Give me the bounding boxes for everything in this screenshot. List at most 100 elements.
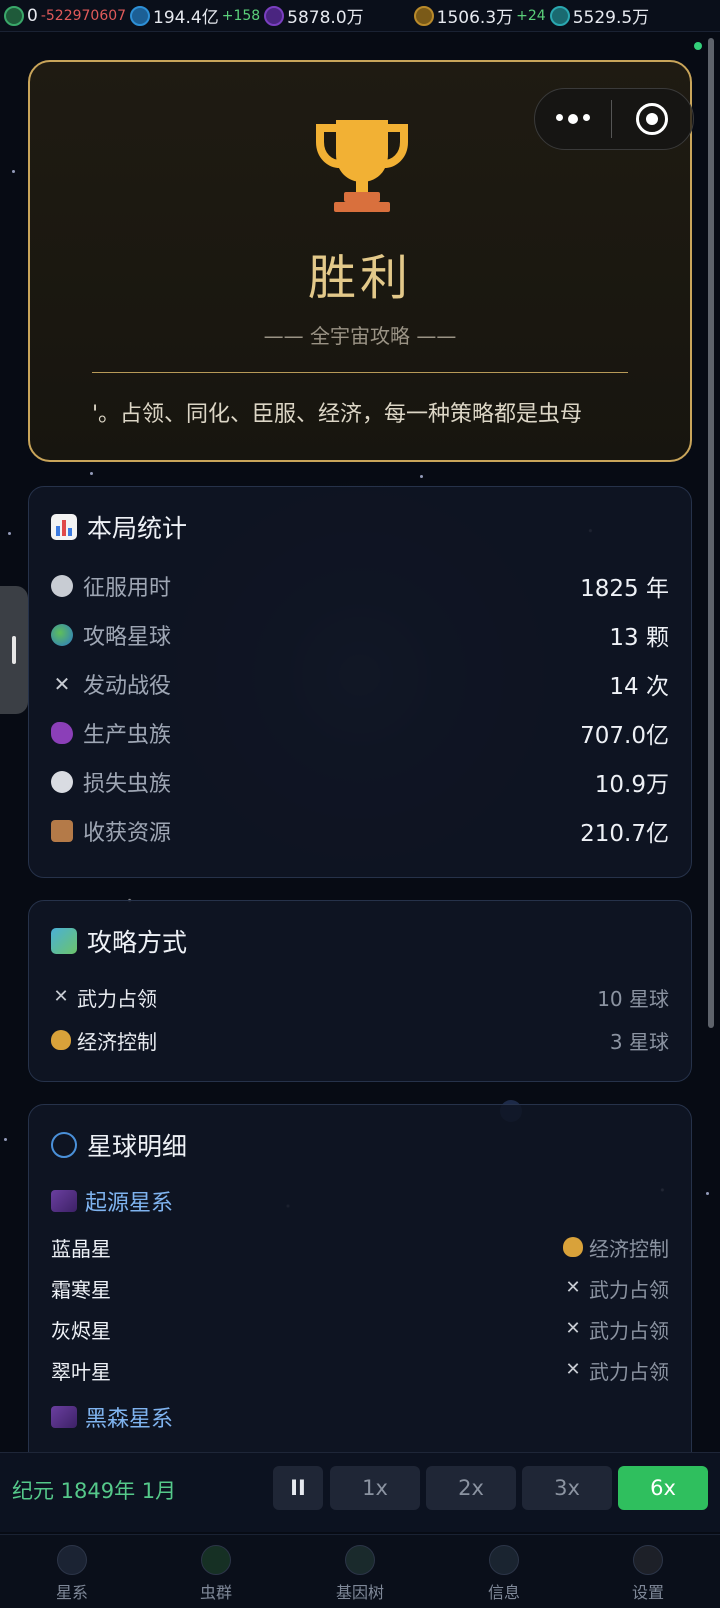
stat-label: 发动战役	[83, 674, 172, 699]
more-menu-icon[interactable]	[535, 114, 611, 124]
stat-label: 收获资源	[83, 821, 172, 846]
stat-value: 210.7亿	[580, 821, 669, 847]
map-icon	[51, 928, 77, 954]
stat-row: 损失虫族 10.9万	[51, 762, 669, 802]
settings-icon	[633, 1545, 663, 1575]
era-date: 纪元 1849年 1月	[12, 1479, 177, 1503]
dna-tree-icon	[345, 1545, 375, 1575]
crossed-swords-icon: ✕	[53, 986, 69, 1007]
system-name: 起源星系	[85, 1191, 174, 1216]
stat-row: 征服用时 1825 年	[51, 566, 669, 606]
resource-bar: 0 -522970607 194.4亿 +158 5878.0万 1506.3万…	[0, 0, 720, 32]
victory-description: '。占领、同化、臣服、经济，每一种策略都是虫母	[92, 402, 583, 427]
globe-icon	[51, 1132, 77, 1158]
handle-grip-icon	[12, 636, 16, 664]
planet-name: 蓝晶星	[51, 1236, 111, 1261]
system-group-title[interactable]: 起源星系	[51, 1185, 173, 1217]
method-row: 经济控制 3 星球	[51, 1022, 669, 1058]
skull-icon	[51, 771, 73, 793]
planet-row[interactable]: 灰烬星 ✕ 武力占领	[51, 1312, 669, 1346]
stat-value: 10.9万	[594, 772, 669, 798]
scrollbar[interactable]	[708, 38, 714, 1028]
methods-title-label: 攻略方式	[87, 928, 188, 957]
nav-info[interactable]: 信息	[432, 1535, 576, 1608]
planet-method: 经济控制	[589, 1236, 669, 1261]
method-value: 3 星球	[609, 1029, 669, 1054]
stat-row: 收获资源 210.7亿	[51, 811, 669, 851]
star-dot	[4, 1138, 7, 1141]
stat-value: 13 颗	[609, 625, 669, 651]
miniprogram-capsule	[534, 88, 694, 150]
gear-icon	[549, 5, 570, 26]
stat-row: 生产虫族 707.0亿	[51, 713, 669, 753]
stat-label: 生产虫族	[83, 723, 172, 748]
nav-label: 基因树	[335, 1583, 384, 1602]
planet-row[interactable]: 霜寒星 ✕ 武力占领	[51, 1271, 669, 1305]
method-row: ✕ 武力占领 10 星球	[51, 979, 669, 1015]
nav-label: 虫群	[199, 1583, 232, 1602]
close-miniprogram-button[interactable]	[612, 103, 692, 135]
resource-dna: 0 -522970607	[4, 5, 127, 26]
planet-row[interactable]: 翠叶星 ✕ 武力占领	[51, 1353, 669, 1387]
divider	[92, 372, 628, 373]
stat-label: 攻略星球	[83, 625, 172, 650]
methods-title: 攻略方式	[51, 923, 187, 959]
planets-title: 星球明细	[51, 1127, 187, 1163]
methods-panel: 攻略方式 ✕ 武力占领 10 星球 经济控制 3 星球	[28, 900, 692, 1082]
nav-label: 星系	[55, 1583, 88, 1602]
package-icon	[51, 820, 73, 842]
galaxy-icon	[51, 1190, 77, 1212]
planet-method: 武力占领	[589, 1318, 669, 1343]
speed-1x-button[interactable]: 1x	[330, 1466, 420, 1510]
stat-label: 损失虫族	[83, 772, 172, 797]
money-bag-icon	[563, 1237, 583, 1257]
globe-icon	[51, 624, 73, 646]
side-drawer-handle[interactable]	[0, 586, 28, 714]
stat-value: 707.0亿	[580, 723, 669, 749]
resource-delta: -522970607	[40, 7, 127, 24]
planet-row[interactable]: 蓝晶星 经济控制	[51, 1230, 669, 1264]
resource-gear: 5529.5万	[549, 3, 650, 28]
nav-gene-tree[interactable]: 基因树	[288, 1535, 432, 1608]
planets-panel: 星球明细 起源星系 蓝晶星 经济控制 霜寒星 ✕ 武力占领 灰烬星 ✕ 武力占领 翠…	[28, 1104, 692, 1464]
resource-value: 0	[27, 5, 38, 26]
crossed-swords-icon: ✕	[565, 1359, 581, 1380]
resource-value: 194.4亿	[153, 8, 219, 28]
crossed-swords-icon: ✕	[53, 672, 71, 696]
planet-name: 翠叶星	[51, 1359, 111, 1384]
method-label: 经济控制	[77, 1029, 157, 1054]
time-control-bar: 纪元 1849年 1月 II 1x 2x 3x 6x	[0, 1452, 720, 1532]
planets-title-label: 星球明细	[87, 1132, 188, 1161]
planet-name: 灰烬星	[51, 1318, 111, 1343]
nav-swarm[interactable]: 虫群	[144, 1535, 288, 1608]
online-indicator	[694, 42, 702, 50]
victory-title: 胜利	[307, 250, 412, 306]
resource-value: 5529.5万	[572, 8, 650, 28]
pause-button[interactable]: II	[273, 1466, 323, 1510]
nav-label: 信息	[487, 1583, 520, 1602]
worm-icon	[51, 722, 73, 744]
speed-2x-button[interactable]: 2x	[426, 1466, 516, 1510]
resource-orb: 5878.0万	[264, 3, 364, 28]
crossed-swords-icon: ✕	[565, 1277, 581, 1298]
nav-settings[interactable]: 设置	[576, 1535, 720, 1608]
stat-row: 攻略星球 13 颗	[51, 615, 669, 655]
victory-subtitle: —— 全宇宙攻略 ——	[263, 324, 457, 348]
bar-chart-icon	[51, 514, 77, 540]
speed-3x-button[interactable]: 3x	[522, 1466, 612, 1510]
system-group-title[interactable]: 黑森星系	[51, 1401, 173, 1433]
planet-icon	[57, 1545, 87, 1575]
dna-icon	[4, 5, 24, 26]
resource-gem: 194.4亿 +158	[130, 3, 260, 28]
nav-galaxy[interactable]: 星系	[0, 1535, 144, 1608]
trophy-icon	[316, 120, 408, 212]
star-dot	[12, 170, 15, 173]
speed-6x-button[interactable]: 6x	[618, 1466, 708, 1510]
stat-row: ✕ 发动战役 14 次	[51, 664, 669, 704]
planet-name: 霜寒星	[51, 1277, 111, 1302]
coin-icon	[413, 5, 434, 26]
stats-panel: 本局统计 征服用时 1825 年 攻略星球 13 颗 ✕ 发动战役 14 次 生产…	[28, 486, 692, 878]
bottom-nav: 星系 虫群 基因树 信息 设置	[0, 1534, 720, 1608]
stats-title-label: 本局统计	[87, 514, 188, 543]
planet-method: 武力占领	[589, 1359, 669, 1384]
